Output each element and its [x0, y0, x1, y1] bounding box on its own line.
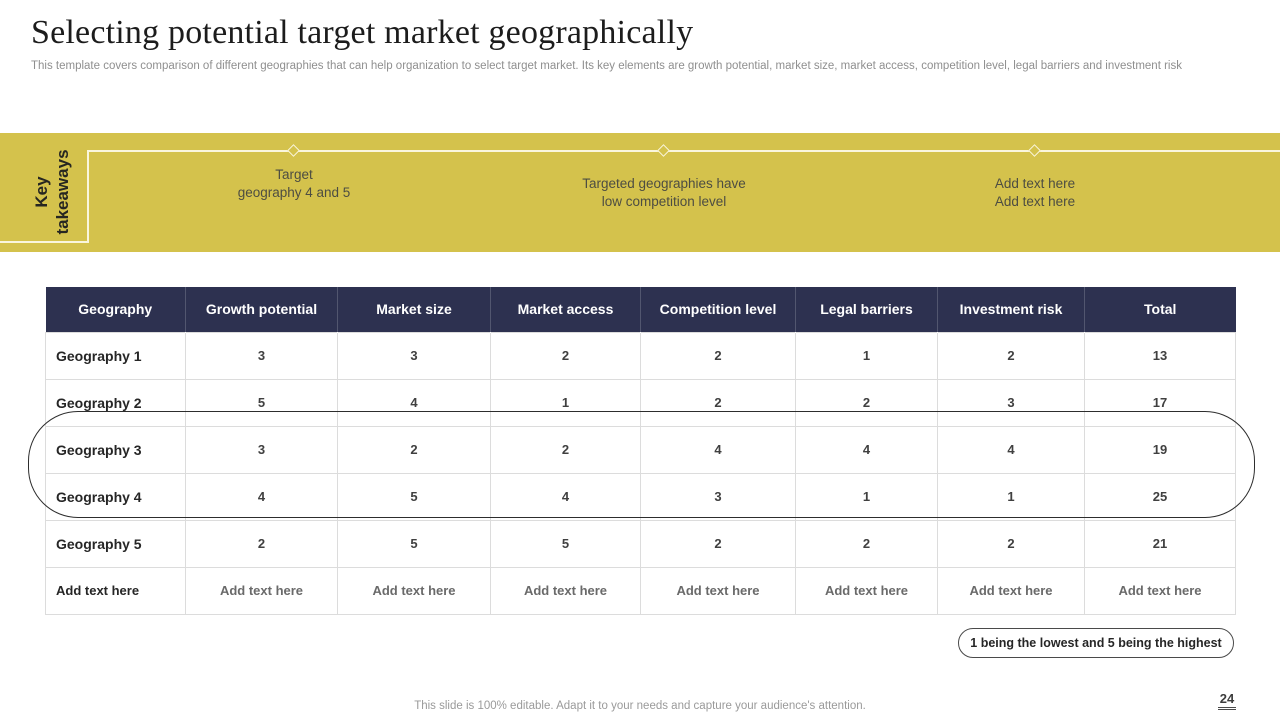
takeaway-item-2: Targeted geographies have low competitio… [582, 175, 746, 211]
table-cell: 4 [938, 426, 1085, 473]
table-row: Geography 254122317 [46, 379, 1236, 426]
diamond-marker-icon [287, 144, 300, 157]
table-row: Add text hereAdd text hereAdd text hereA… [46, 567, 1236, 614]
row-label: Geography 5 [46, 520, 186, 567]
table-cell: 13 [1085, 332, 1236, 379]
table-cell: 2 [796, 379, 938, 426]
takeaway-item-1: Target geography 4 and 5 [238, 166, 351, 202]
table-cell: 5 [186, 379, 338, 426]
table-cell[interactable]: Add text here [338, 567, 491, 614]
table-cell: 3 [186, 332, 338, 379]
key-takeaways-label-line1: Key [31, 176, 52, 207]
table-header-row: GeographyGrowth potentialMarket sizeMark… [46, 287, 1236, 332]
table-cell: 2 [641, 332, 796, 379]
takeaway-3-line2[interactable]: Add text here [995, 193, 1075, 211]
table-row: Geography 525522221 [46, 520, 1236, 567]
key-takeaways-banner: Key takeaways Target geography 4 and 5 T… [0, 133, 1280, 252]
column-header: Growth potential [186, 287, 338, 332]
column-header: Geography [46, 287, 186, 332]
diamond-marker-icon [1028, 144, 1041, 157]
table-cell: 1 [491, 379, 641, 426]
page-subtitle: This template covers comparison of diffe… [31, 60, 1251, 72]
table-cell: 5 [491, 520, 641, 567]
table-cell: 5 [338, 473, 491, 520]
table-cell: 4 [338, 379, 491, 426]
takeaway-1-line1: Target [238, 166, 351, 184]
takeaway-1-line2: geography 4 and 5 [238, 184, 351, 202]
diamond-marker-icon [657, 144, 670, 157]
footer-note: This slide is 100% editable. Adapt it to… [0, 700, 1280, 712]
table-row: Geography 332244419 [46, 426, 1236, 473]
page-number: 24 [1210, 691, 1244, 710]
table-cell[interactable]: Add text here [491, 567, 641, 614]
table-cell: 2 [491, 426, 641, 473]
page-title: Selecting potential target market geogra… [31, 14, 1251, 52]
table-cell: 2 [186, 520, 338, 567]
column-header: Investment risk [938, 287, 1085, 332]
table-row: Geography 133221213 [46, 332, 1236, 379]
table-cell: 3 [186, 426, 338, 473]
takeaway-3-line1[interactable]: Add text here [995, 175, 1075, 193]
takeaway-item-3[interactable]: Add text here Add text here [995, 175, 1075, 211]
bracket-line-vertical [87, 150, 89, 243]
table-cell: 17 [1085, 379, 1236, 426]
rating-legend-badge: 1 being the lowest and 5 being the highe… [958, 628, 1234, 658]
table-cell: 2 [796, 520, 938, 567]
table-cell: 2 [641, 379, 796, 426]
table-cell: 4 [491, 473, 641, 520]
table-cell: 2 [938, 332, 1085, 379]
table-cell[interactable]: Add text here [641, 567, 796, 614]
row-label: Geography 1 [46, 332, 186, 379]
table-cell[interactable]: Add text here [938, 567, 1085, 614]
takeaway-2-line2: low competition level [582, 193, 746, 211]
bracket-line-top [87, 150, 1280, 152]
takeaway-2-line1: Targeted geographies have [582, 175, 746, 193]
table-cell: 2 [938, 520, 1085, 567]
table-cell: 1 [938, 473, 1085, 520]
table-cell: 1 [796, 473, 938, 520]
table-cell: 19 [1085, 426, 1236, 473]
table-cell[interactable]: Add text here [1085, 567, 1236, 614]
column-header: Competition level [641, 287, 796, 332]
table-cell: 2 [491, 332, 641, 379]
table-cell: 4 [796, 426, 938, 473]
table-cell[interactable]: Add text here [186, 567, 338, 614]
column-header: Market access [491, 287, 641, 332]
table-cell: 3 [338, 332, 491, 379]
row-label: Geography 4 [46, 473, 186, 520]
table-cell: 2 [338, 426, 491, 473]
row-label[interactable]: Add text here [46, 567, 186, 614]
table-row: Geography 445431125 [46, 473, 1236, 520]
column-header: Market size [338, 287, 491, 332]
table-cell[interactable]: Add text here [796, 567, 938, 614]
table-cell: 3 [641, 473, 796, 520]
key-takeaways-label: Key takeaways [22, 107, 82, 277]
row-label: Geography 3 [46, 426, 186, 473]
table-cell: 4 [186, 473, 338, 520]
table-cell: 5 [338, 520, 491, 567]
table-cell: 1 [796, 332, 938, 379]
table-cell: 2 [641, 520, 796, 567]
table-cell: 25 [1085, 473, 1236, 520]
slide-header: Selecting potential target market geogra… [31, 14, 1251, 72]
bracket-line-bottom [0, 241, 88, 243]
column-header: Total [1085, 287, 1236, 332]
table-cell: 21 [1085, 520, 1236, 567]
table-cell: 3 [938, 379, 1085, 426]
key-takeaways-label-line2: takeaways [52, 149, 73, 234]
geography-comparison-table: GeographyGrowth potentialMarket sizeMark… [45, 287, 1236, 615]
rating-legend-text: 1 being the lowest and 5 being the highe… [970, 636, 1221, 650]
row-label: Geography 2 [46, 379, 186, 426]
column-header: Legal barriers [796, 287, 938, 332]
table-cell: 4 [641, 426, 796, 473]
